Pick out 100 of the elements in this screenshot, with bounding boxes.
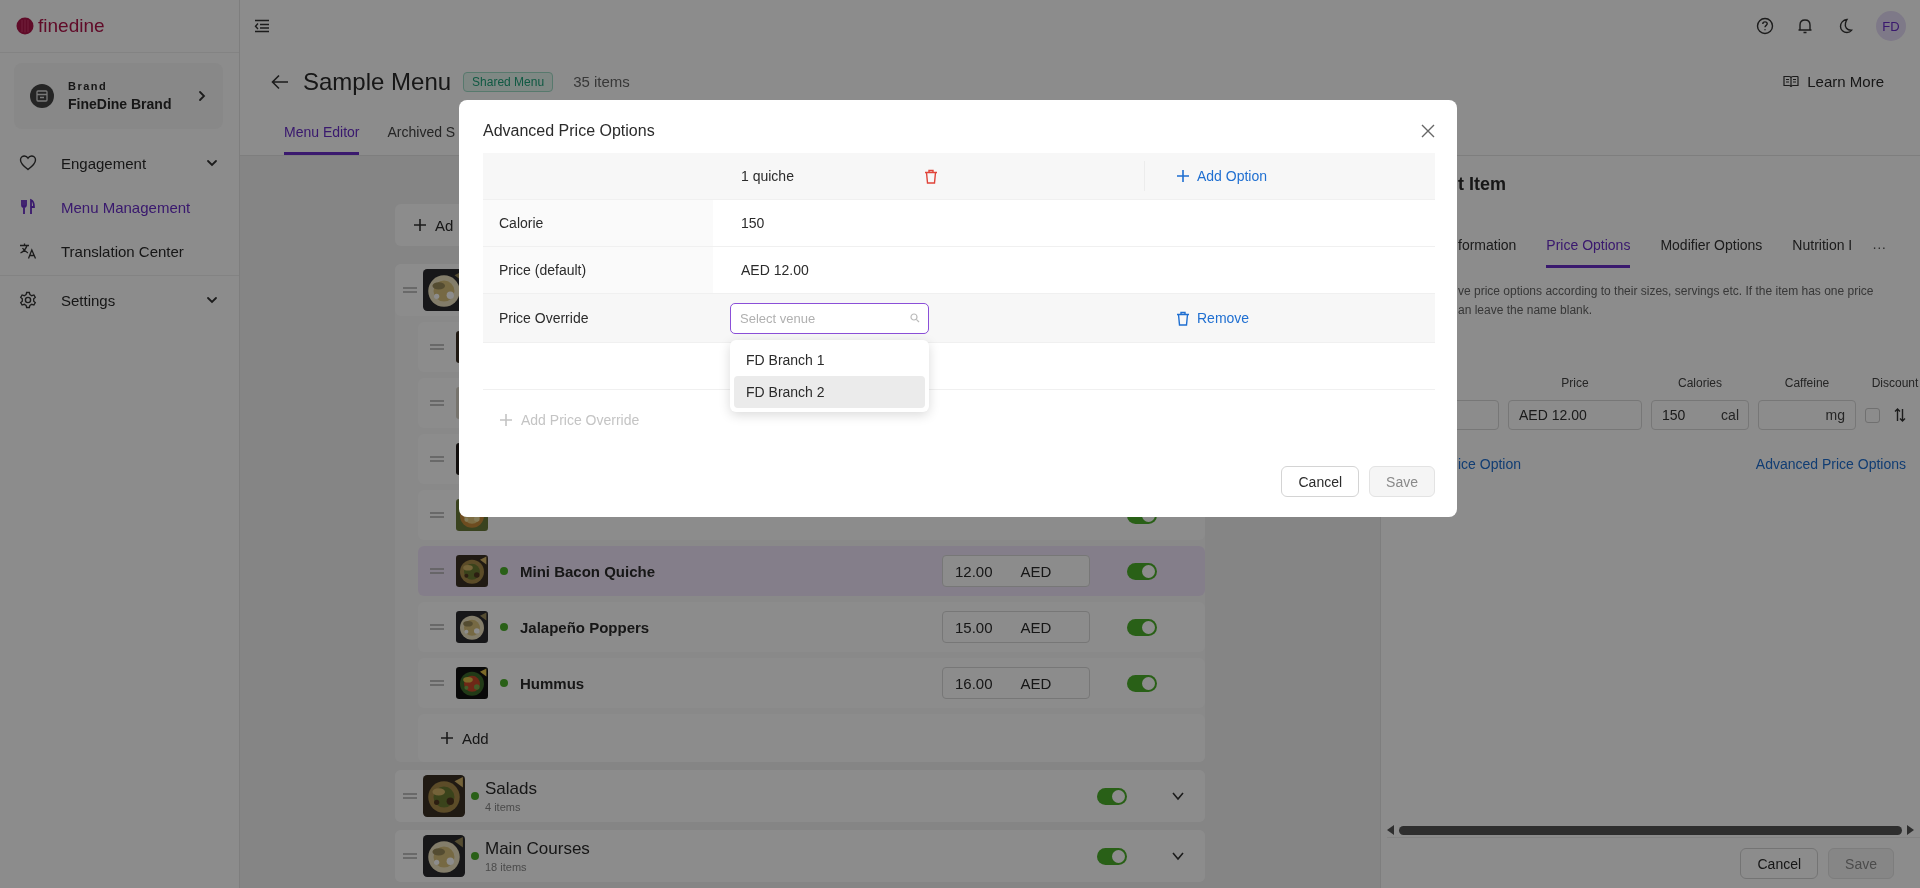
row-label: Calorie <box>483 200 713 246</box>
heart-icon <box>19 154 37 172</box>
drag-handle-icon <box>403 793 417 799</box>
brand-name: FineDine Brand <box>68 96 173 112</box>
menu-icon[interactable] <box>254 19 270 33</box>
shared-menu-tag: Shared Menu <box>463 71 554 92</box>
tab[interactable]: formation <box>1458 225 1517 268</box>
toggle-switch[interactable] <box>1127 562 1157 580</box>
nav-item[interactable]: Menu Management <box>0 185 239 229</box>
column-header: Caffeine <box>1783 376 1831 392</box>
dropdown-option[interactable]: FD Branch 2 <box>734 375 925 408</box>
column-header: Discount <box>1870 376 1920 392</box>
row-value: 150 <box>740 214 766 233</box>
settings-icon <box>19 291 37 309</box>
nav-item[interactable]: Engagement <box>0 141 239 185</box>
logo-text: finedine <box>38 15 105 37</box>
menu-item-row[interactable]: Mini Bacon Quiche 12.00 AED <box>418 546 1205 596</box>
learn-more-link[interactable]: Learn More <box>1777 72 1890 91</box>
help-icon[interactable] <box>1756 17 1774 35</box>
toggle-switch[interactable] <box>1097 847 1127 865</box>
scroll-right-icon[interactable] <box>1906 825 1914 835</box>
cancel-button[interactable]: Cancel <box>1281 466 1360 497</box>
price-field[interactable]: 15.00 AED <box>942 611 1090 643</box>
status-dot <box>471 792 479 800</box>
item-count: 35 items <box>573 73 630 90</box>
drag-handle-icon <box>403 853 417 859</box>
toggle-switch[interactable] <box>1127 618 1157 636</box>
plus-icon <box>413 218 427 232</box>
unit-label: cal <box>1721 407 1739 423</box>
tab[interactable]: Modifier Options <box>1660 225 1763 268</box>
description-text: ve price options according to their sizes, servings etc. If the item has one price <box>1458 283 1875 300</box>
user-avatar[interactable]: FD <box>1876 11 1906 41</box>
drag-handle-icon <box>430 400 444 406</box>
category-count: 4 items <box>485 801 522 813</box>
status-dot <box>500 679 508 687</box>
close-icon <box>1421 124 1435 138</box>
drag-handle-icon <box>430 456 444 462</box>
discount-checkbox[interactable] <box>1865 407 1880 423</box>
drag-handle-icon <box>430 512 444 518</box>
remove-button[interactable]: Remove <box>1176 310 1250 326</box>
status-dot <box>471 852 479 860</box>
category-name: Main Courses <box>485 839 590 859</box>
plus-icon <box>440 731 454 745</box>
cancel-button[interactable]: Cancel <box>1740 848 1819 879</box>
item-name: Hummus <box>520 674 585 692</box>
status-dot <box>500 623 508 631</box>
item-name: Mini Bacon Quiche <box>520 562 655 580</box>
scroll-left-icon[interactable] <box>1387 825 1395 835</box>
column-header: Price <box>1560 376 1590 392</box>
dialog-title: Advanced Price Options <box>483 122 655 140</box>
search-icon <box>910 312 920 323</box>
description-text: an leave the name blank. <box>1458 302 1594 319</box>
sort-icon[interactable] <box>1894 408 1906 422</box>
drag-handle-icon <box>430 624 444 630</box>
drag-handle-icon <box>403 287 417 293</box>
toggle-switch[interactable] <box>1127 674 1157 692</box>
scrollbar-thumb[interactable] <box>1399 825 1902 835</box>
status-dot <box>500 567 508 575</box>
trash-icon <box>924 168 938 184</box>
price-field[interactable]: 16.00 AED <box>942 667 1090 699</box>
drag-handle-icon <box>430 680 444 686</box>
category-count: 18 items <box>485 861 528 873</box>
column-header: Calories <box>1677 376 1723 392</box>
tab[interactable]: Archived S <box>387 111 456 155</box>
toggle-switch[interactable] <box>1097 787 1127 805</box>
price-field[interactable]: AED 12.00 <box>1508 400 1642 430</box>
advanced-price-options-link[interactable]: Advanced Price Options <box>1755 456 1906 472</box>
book-icon <box>1783 75 1800 88</box>
translate-icon <box>19 242 37 260</box>
drag-handle-icon <box>430 344 444 350</box>
panel-title: t Item <box>1458 173 1507 196</box>
trash-icon <box>1176 310 1190 326</box>
nav-item[interactable]: Settings <box>0 278 239 322</box>
category-name: Salads <box>485 779 537 799</box>
nav-item[interactable]: Translation Center <box>0 229 239 273</box>
row-label: Price Override <box>499 310 589 326</box>
tab[interactable]: Nutrition I <box>1792 225 1853 268</box>
venue-select[interactable]: Select venue <box>730 302 929 334</box>
tab[interactable]: Price Options <box>1546 225 1631 268</box>
store-icon <box>30 84 54 108</box>
row-value: AED 12.00 <box>740 261 810 280</box>
brand-selector[interactable]: Brand FineDine Brand <box>14 63 223 129</box>
drag-handle-icon <box>430 568 444 574</box>
row-label: Price (default) <box>483 247 713 293</box>
price-field[interactable]: 12.00 AED <box>942 555 1090 587</box>
add-option-link[interactable]: ice Option <box>1458 456 1522 472</box>
add-option-button[interactable]: Add Option <box>1176 168 1268 184</box>
delete-option-button[interactable] <box>924 168 938 184</box>
caffeine-field[interactable]: mg <box>1758 400 1856 430</box>
plus-icon <box>499 413 513 427</box>
option-name: 1 quiche <box>741 168 795 184</box>
menu-title: Sample Menu <box>303 67 452 96</box>
back-arrow-icon[interactable] <box>271 73 289 90</box>
unit-label: mg <box>1825 407 1845 423</box>
bell-icon[interactable] <box>1796 17 1814 35</box>
item-name: Jalapeño Poppers <box>520 618 650 636</box>
more-tabs-button[interactable]: ··· <box>1872 238 1887 255</box>
close-button[interactable] <box>1421 124 1435 138</box>
plus-icon <box>1176 169 1190 183</box>
utensils-icon <box>19 198 37 216</box>
